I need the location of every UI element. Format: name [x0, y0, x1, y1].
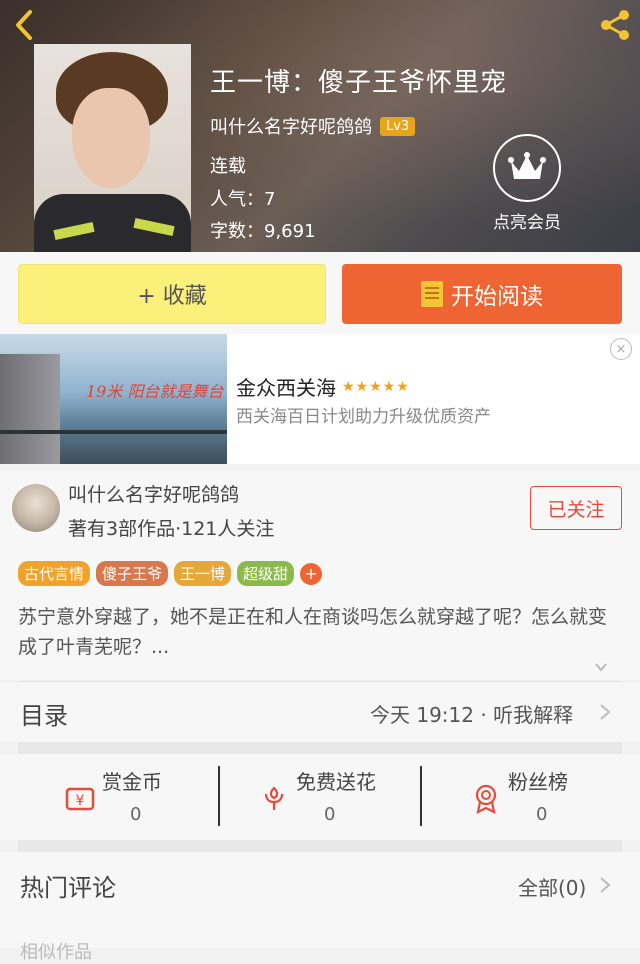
fan-ranking-button[interactable]: 粉丝榜 0 [470, 766, 640, 830]
toc-title: 目录 [20, 702, 68, 730]
tag-list: 古代言情 傻子王爷 王一博 超级甜 + [18, 561, 323, 586]
close-icon[interactable]: × [610, 338, 632, 360]
author-stats: 著有3部作品·121人关注 [68, 518, 275, 540]
chevron-right-icon [600, 704, 611, 720]
share-icon [601, 10, 629, 40]
section-gap [18, 840, 622, 852]
reward-coin-button[interactable]: ¥ 赏金币 0 [64, 766, 264, 830]
divider [420, 766, 422, 826]
popularity-count: 人气：7 [210, 189, 276, 210]
send-flower-button[interactable]: 免费送花 0 [258, 766, 458, 830]
cover-body [34, 194, 191, 252]
comments-title: 热门评论 [20, 874, 116, 902]
divider [218, 766, 220, 826]
section-gap [18, 742, 622, 754]
follow-button[interactable]: 已关注 [530, 486, 622, 530]
chevron-right-icon[interactable] [598, 876, 612, 894]
book-icon [421, 281, 443, 307]
flower-icon [264, 786, 284, 810]
ad-building [0, 354, 60, 464]
book-title: 王一博：傻子王爷怀里宠 [210, 68, 508, 98]
comments-section: 热门评论 全部(0) 相似作品 [0, 852, 640, 963]
crown-icon [493, 134, 561, 202]
reward-label: 赏金币 [102, 770, 162, 794]
synopsis[interactable]: 苏宁意外穿越了，她不是正在和人在商谈吗怎么就穿越了呢？怎么就变成了叶青芜呢？..… [18, 602, 618, 662]
reward-count: 0 [536, 804, 548, 825]
chevron-left-icon [16, 10, 32, 40]
start-reading-label: 开始阅读 [451, 284, 543, 310]
tag-chip[interactable]: 王一博 [174, 561, 232, 586]
tag-chip[interactable]: 傻子王爷 [96, 561, 169, 586]
author-section: 叫什么名字好呢鸽鸽 著有3部作品·121人关注 已关注 古代言情 傻子王爷 王一… [0, 470, 640, 680]
vip-button[interactable]: 点亮会员 [486, 134, 568, 233]
author-name[interactable]: 叫什么名字好呢鸽鸽 [68, 480, 239, 507]
ad-title: 金众西关海 ★★★★★ [236, 372, 410, 401]
book-header: 王一博：傻子王爷怀里宠 叫什么名字好呢鸽鸽 Lv3 连载 人气：7 字数：9,6… [0, 0, 640, 252]
coin-icon: ¥ [65, 787, 95, 811]
vip-label: 点亮会员 [493, 213, 561, 233]
tag-chip[interactable]: 古代言情 [18, 561, 91, 586]
tag-chip[interactable]: 超级甜 [237, 561, 295, 586]
word-count: 字数：9,691 [210, 221, 316, 242]
medal-icon [475, 784, 497, 814]
reward-count: 0 [324, 804, 336, 825]
add-tag-button[interactable]: + [300, 562, 323, 585]
serial-status: 连载 [210, 156, 246, 177]
author-line: 叫什么名字好呢鸽鸽 Lv3 [210, 113, 416, 139]
book-cover[interactable] [34, 44, 191, 252]
similar-works-heading: 相似作品 [20, 942, 92, 963]
ad-subtitle: 西关海百日计划助力升级优质资产 [236, 407, 491, 427]
star-rating-icon: ★★★★★ [342, 378, 410, 395]
cover-face [72, 88, 150, 188]
avatar[interactable] [12, 484, 60, 532]
svg-text:¥: ¥ [76, 793, 85, 809]
ad-image: 19米 阳台就是舞台 [0, 334, 227, 464]
ad-banner[interactable]: 19米 阳台就是舞台 金众西关海 ★★★★★ 西关海百日计划助力升级优质资产 × [0, 334, 640, 464]
ad-slogan: 19米 阳台就是舞台 [86, 382, 224, 401]
ad-railing [0, 430, 227, 434]
level-badge: Lv3 [380, 116, 416, 136]
start-reading-button[interactable]: 开始阅读 [342, 264, 622, 324]
collect-button[interactable]: + 收藏 [18, 264, 326, 324]
reward-count: 0 [130, 804, 142, 825]
author-link[interactable]: 叫什么名字好呢鸽鸽 [210, 113, 372, 139]
all-comments-link[interactable]: 全部(0) [518, 872, 586, 901]
share-button[interactable] [598, 8, 632, 42]
rewards-row: ¥ 赏金币 0 免费送花 0 粉丝榜 0 [0, 754, 640, 840]
reward-label: 免费送花 [296, 770, 376, 794]
reward-label: 粉丝榜 [508, 770, 568, 794]
latest-chapter: 今天 19:12 · 听我解释 [370, 703, 574, 727]
ad-title-text: 金众西关海 [236, 376, 336, 400]
chevron-down-icon[interactable] [594, 660, 608, 674]
table-of-contents-row[interactable]: 目录 今天 19:12 · 听我解释 [0, 682, 640, 742]
back-button[interactable] [10, 8, 40, 42]
action-bar: + 收藏 开始阅读 [0, 252, 640, 334]
